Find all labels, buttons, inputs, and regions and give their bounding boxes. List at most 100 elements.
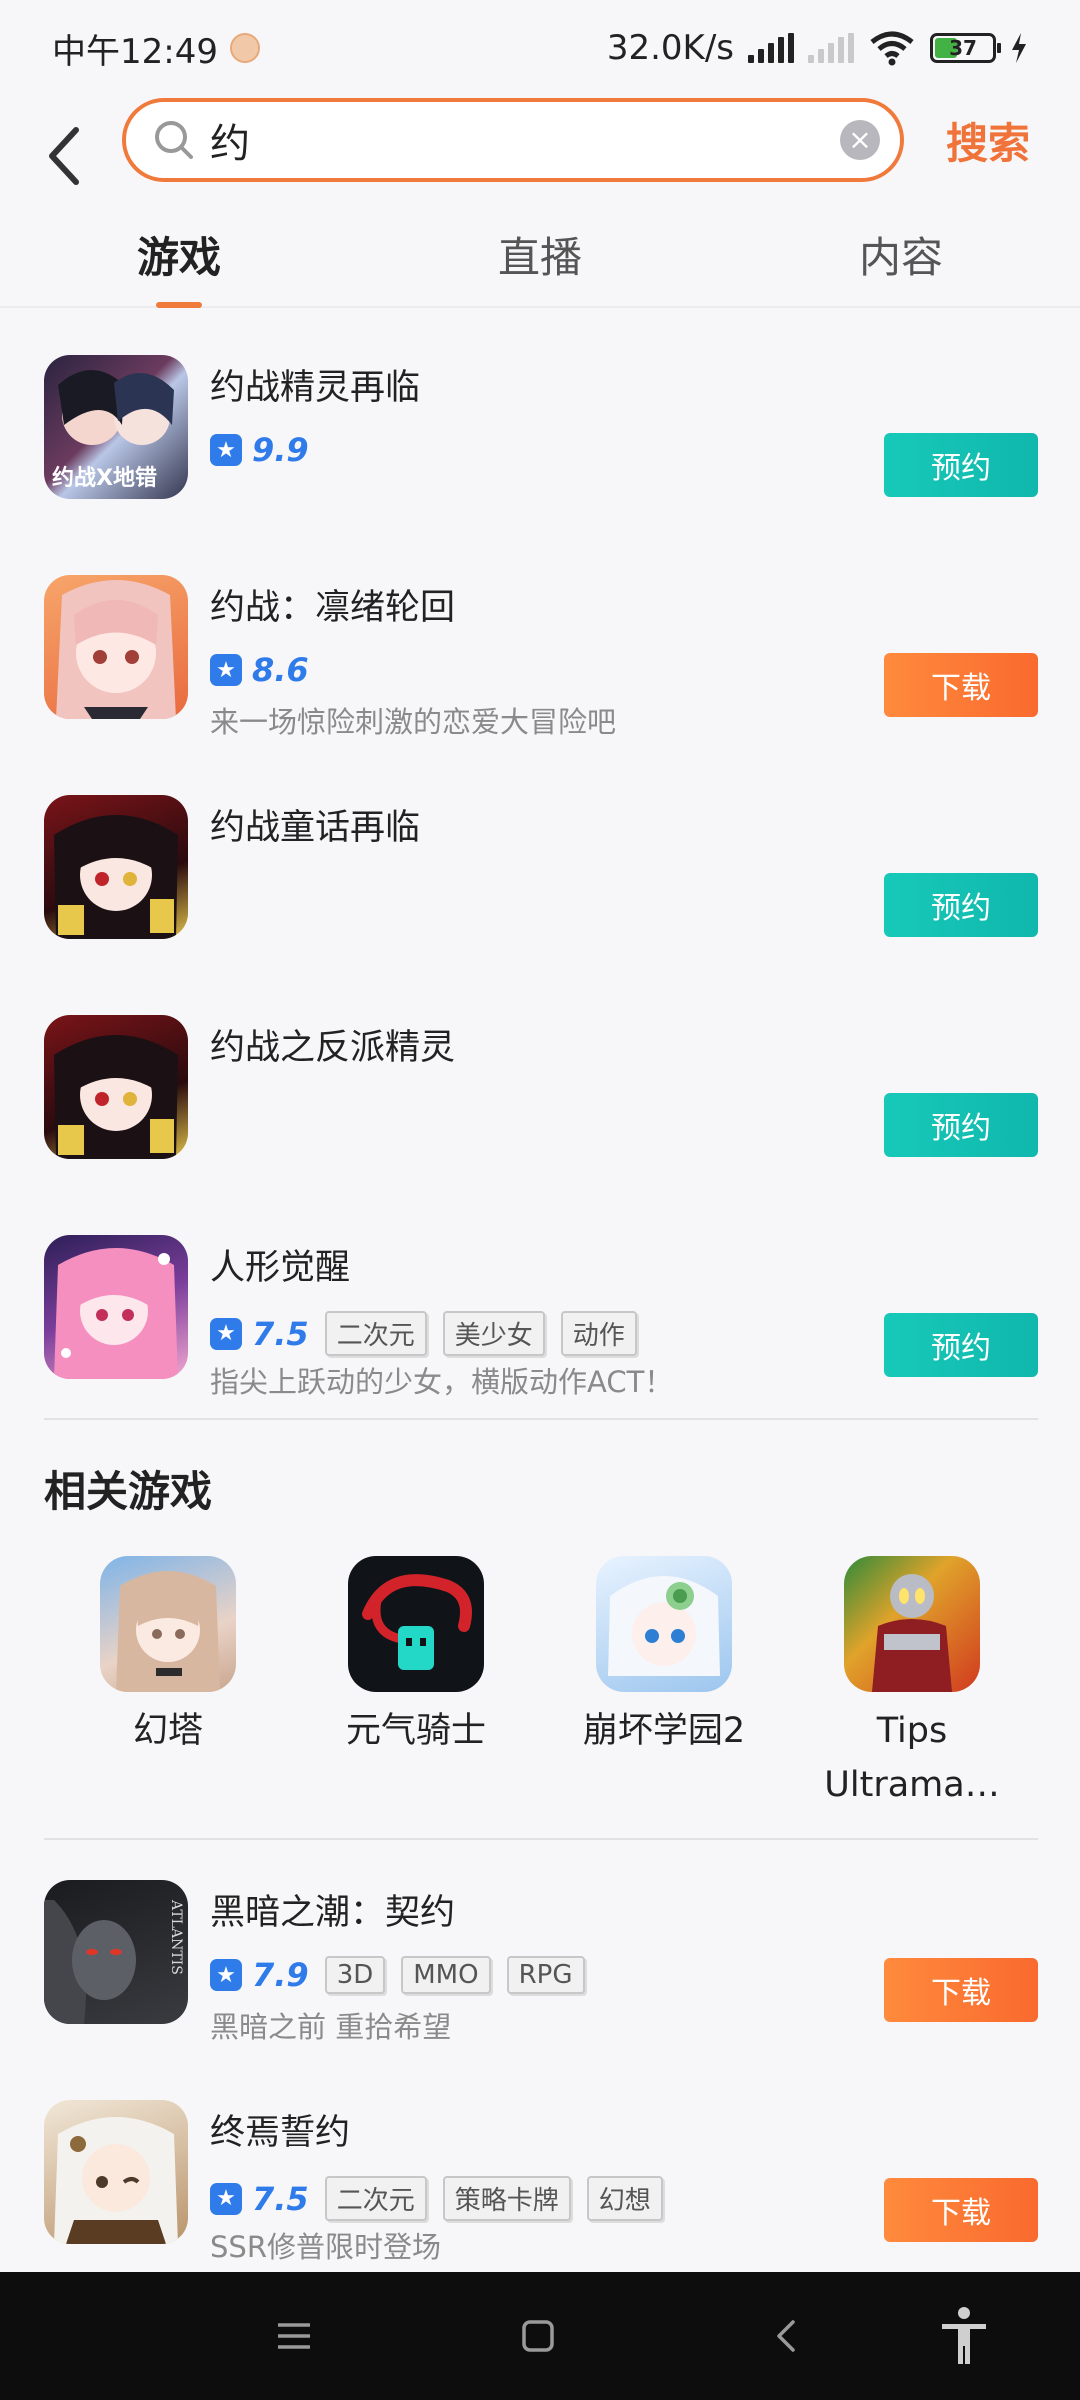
divider: [44, 1838, 1038, 1840]
search-icon: [155, 121, 193, 159]
tag: 幻想: [586, 2176, 663, 2221]
list-item[interactable]: ATLANTIS 黑暗之潮：契约 ★ 7.9 3D MMO RPG 黑暗之前 重…: [0, 1880, 1080, 2044]
related-game-name-line: Tips: [876, 1711, 948, 1751]
clear-search-button[interactable]: ×: [840, 120, 880, 160]
game-icon: [44, 795, 188, 939]
divider: [44, 1418, 1038, 1420]
list-item[interactable]: 人形觉醒 ★ 7.5 二次元 美少女 动作 指尖上跃动的少女，横版动作ACT！ …: [0, 1235, 1080, 1399]
game-icon: ATLANTIS: [44, 1880, 188, 2024]
list-item[interactable]: 约战童话再临 预约: [0, 795, 1080, 945]
list-item[interactable]: 约战X地错 约战精灵再临 ★ 9.9 预约: [0, 355, 1080, 505]
related-game-item[interactable]: 崩坏学园2: [564, 1556, 764, 1758]
search-box: ×: [122, 98, 904, 182]
related-game-item[interactable]: 幻塔: [68, 1556, 268, 1758]
tab-content[interactable]: 内容: [859, 224, 943, 285]
battery-icon: 37: [930, 33, 1001, 63]
game-rating: ★ 8.6: [210, 651, 309, 689]
game-description: 来一场惊险刺激的恋爱大冒险吧: [210, 705, 617, 739]
svg-text:约战X地错: 约战X地错: [52, 465, 157, 491]
related-game-name: Tips Ultrama…: [812, 1704, 1012, 1812]
reserve-button[interactable]: 预约: [884, 1313, 1038, 1377]
search-submit-button[interactable]: 搜索: [946, 110, 1030, 171]
signal-icon: [748, 33, 794, 63]
star-icon: ★: [210, 2182, 242, 2215]
tag: RPG: [506, 1956, 585, 1994]
download-button[interactable]: 下载: [884, 653, 1038, 717]
game-description: SSR修普限时登场: [210, 2230, 441, 2264]
score: 7.5: [252, 1314, 309, 1353]
accessibility-icon: [942, 2307, 986, 2364]
reserve-button[interactable]: 预约: [884, 873, 1038, 937]
net-speed: 32.0K/s: [606, 28, 734, 68]
menu-icon: [278, 2323, 310, 2349]
section-title: 相关游戏: [44, 1467, 213, 1516]
game-icon: [596, 1556, 732, 1692]
reserve-button[interactable]: 预约: [884, 1093, 1038, 1157]
tab-live[interactable]: 直播: [498, 224, 582, 285]
related-game-name: 崩坏学园2: [582, 1711, 746, 1751]
home-icon: [522, 2320, 554, 2352]
system-nav-bar: [0, 2272, 1080, 2400]
game-icon: 约战X地错: [44, 355, 188, 499]
game-title: 约战之反派精灵: [210, 1028, 456, 1068]
game-title: 约战：凛绪轮回: [210, 588, 456, 628]
clock: 中午12:49: [52, 31, 218, 72]
tag: 二次元: [324, 1311, 427, 1356]
back-button[interactable]: [34, 114, 94, 198]
game-icon: [844, 1556, 980, 1692]
chevron-left-icon: [49, 127, 79, 185]
game-rating: ★ 7.9 3D MMO RPG: [210, 1956, 585, 1994]
svg-text:ATLANTIS: ATLANTIS: [168, 1899, 184, 1975]
charging-icon: [1012, 33, 1026, 63]
star-icon: ★: [210, 1959, 242, 1991]
nav-back-button[interactable]: [756, 2306, 816, 2366]
game-description: 指尖上跃动的少女，横版动作ACT！: [210, 1365, 674, 1399]
tag: MMO: [401, 1956, 491, 1994]
tab-games[interactable]: 游戏: [137, 224, 221, 285]
related-games: 幻塔 元气骑士 崩坏学园2 Tips Ultrama…: [0, 1556, 1080, 1816]
signal-2-icon: [808, 33, 854, 63]
game-icon: [44, 2100, 188, 2244]
related-game-name: 元气骑士: [345, 1711, 486, 1751]
star-icon: ★: [210, 434, 242, 466]
download-button[interactable]: 下载: [884, 2178, 1038, 2242]
score: 7.5: [252, 2179, 309, 2218]
result-tabs: 游戏 直播 内容: [0, 216, 1080, 308]
download-button[interactable]: 下载: [884, 1958, 1038, 2022]
related-game-item[interactable]: 元气骑士: [316, 1556, 516, 1758]
back-triangle-icon: [777, 2320, 795, 2352]
home-button[interactable]: [508, 2306, 568, 2366]
game-rating: ★ 7.5 二次元 美少女 动作: [210, 1311, 637, 1356]
tag: 二次元: [324, 2176, 427, 2221]
list-item[interactable]: 约战：凛绪轮回 ★ 8.6 来一场惊险刺激的恋爱大冒险吧 下载: [0, 575, 1080, 739]
score: 9.9: [252, 431, 309, 469]
game-icon: [44, 1235, 188, 1379]
notification-icon: [229, 33, 260, 63]
star-icon: ★: [210, 1317, 242, 1350]
list-item[interactable]: 终焉誓约 ★ 7.5 二次元 策略卡牌 幻想 SSR修普限时登场 下载: [0, 2100, 1080, 2264]
related-game-name-line: Ultrama…: [824, 1765, 1000, 1805]
game-icon: [348, 1556, 484, 1692]
game-icon: [100, 1556, 236, 1692]
tag: 3D: [324, 1956, 386, 1994]
game-description: 黑暗之前 重拾希望: [210, 2010, 452, 2044]
menu-button[interactable]: [264, 2306, 324, 2366]
search-input[interactable]: [210, 117, 840, 163]
score: 8.6: [252, 651, 309, 689]
related-game-name: 幻塔: [132, 1711, 203, 1751]
game-title: 终焉誓约: [210, 2113, 351, 2153]
accessibility-button[interactable]: [934, 2306, 994, 2366]
related-game-item[interactable]: Tips Ultrama…: [812, 1556, 1012, 1812]
game-title: 人形觉醒: [210, 1248, 351, 1288]
star-icon: ★: [210, 654, 242, 686]
score: 7.9: [252, 1956, 309, 1994]
tag: 动作: [560, 1311, 637, 1356]
tag: 策略卡牌: [442, 2176, 571, 2221]
list-item[interactable]: 约战之反派精灵 预约: [0, 1015, 1080, 1165]
game-rating: ★ 9.9: [210, 431, 309, 469]
search-header: × 搜索: [0, 96, 1080, 216]
game-rating: ★ 7.5 二次元 策略卡牌 幻想: [210, 2176, 663, 2221]
reserve-button[interactable]: 预约: [884, 433, 1038, 497]
game-icon: [44, 1015, 188, 1159]
game-icon: [44, 575, 188, 719]
